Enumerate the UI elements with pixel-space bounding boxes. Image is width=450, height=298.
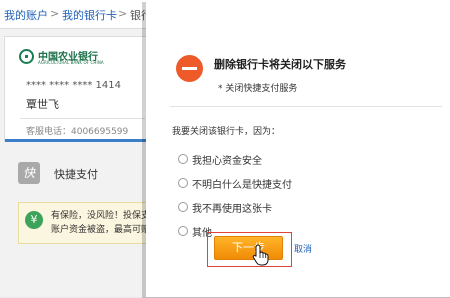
reason-label[interactable]: 我担心资金安全: [192, 152, 262, 167]
card-number: **** **** **** 1414: [26, 80, 121, 91]
hand-pointer-icon: [252, 244, 269, 266]
next-button[interactable]: 下一步: [214, 236, 283, 260]
dialog-service-item: * 关闭快捷支付服务: [218, 84, 298, 94]
bank-name-en: AGRICULTURAL BANK OF CHINA: [38, 60, 104, 65]
quickpay-label: 快捷支付: [54, 168, 98, 181]
reason-question: 我要关闭该银行卡，因为：: [172, 127, 281, 137]
dialog-divider: [170, 106, 442, 107]
breadcrumb-separator: >: [50, 7, 60, 20]
abc-bank-logo-icon: 中国农业银行 AGRICULTURAL BANK OF CHINA: [19, 47, 119, 69]
radio-button[interactable]: [178, 226, 188, 236]
service-phone: 客服电话：4006695599: [26, 127, 129, 137]
insurance-line-2: 账户资金被盗，最高可赔: [51, 225, 151, 235]
radio-button[interactable]: [178, 202, 188, 212]
breadcrumb-separator: >: [118, 7, 128, 20]
card-holder-name: 覃世飞: [26, 98, 59, 111]
cancel-link[interactable]: 取消: [294, 242, 312, 255]
yen-shield-icon: ¥: [25, 211, 43, 229]
insurance-text: 有保险，没风险！投保支 账户资金被盗，最高可赔: [51, 209, 150, 237]
breadcrumb-my-bank-cards[interactable]: 我的银行卡: [62, 7, 117, 23]
minus-circle-icon: [176, 55, 203, 82]
dialog-title: 删除银行卡将关闭以下服务: [214, 58, 346, 71]
insurance-line-1: 有保险，没风险！投保支: [51, 211, 151, 221]
breadcrumb-my-account[interactable]: 我的账户: [4, 7, 48, 23]
insurance-banner[interactable]: ¥ 有保险，没风险！投保支 账户资金被盗，最高可赔: [18, 202, 156, 244]
reason-label[interactable]: 我不再使用这张卡: [192, 200, 272, 215]
radio-button[interactable]: [178, 178, 188, 188]
bank-seal-icon: [19, 49, 34, 64]
divider: [20, 118, 145, 119]
reason-label[interactable]: 不明白什么是快捷支付: [192, 176, 292, 191]
radio-button[interactable]: [178, 154, 188, 164]
delete-card-dialog: 删除银行卡将关闭以下服务 * 关闭快捷支付服务 我要关闭该银行卡，因为： 我担心…: [146, 0, 450, 297]
quickpay-icon: 快: [18, 162, 40, 184]
card-panel-accent: [5, 139, 155, 142]
